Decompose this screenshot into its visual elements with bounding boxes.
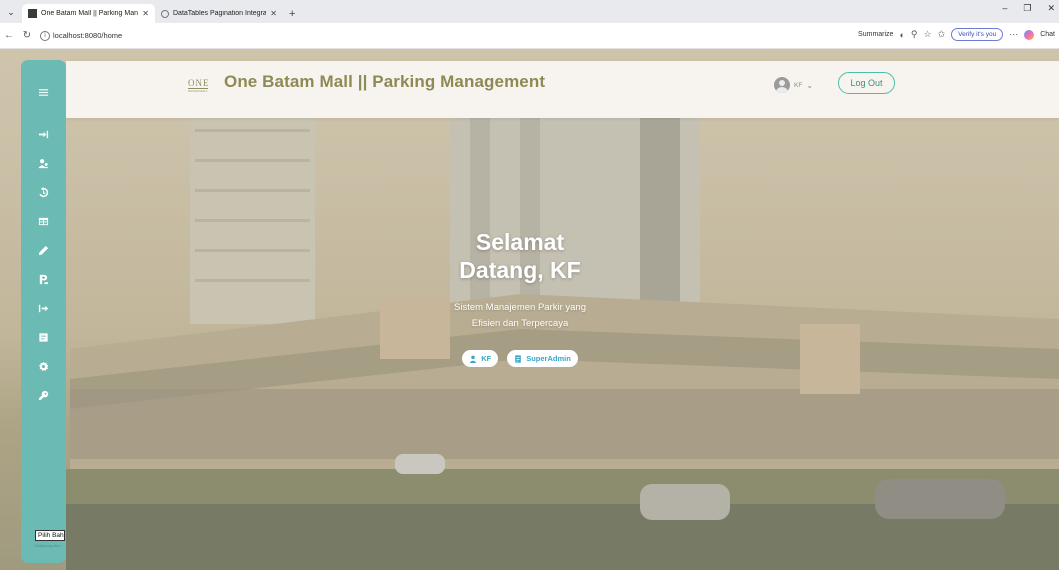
page-viewport: ONE BATAM MALL One Batam Mall || Parking…	[0, 49, 1059, 570]
site-info-icon[interactable]: i	[40, 30, 50, 41]
mall-logo: ONE BATAM MALL	[188, 78, 210, 94]
copilot-icon[interactable]	[1024, 29, 1035, 40]
user-menu[interactable]: KF ⌄	[774, 77, 813, 93]
report-icon[interactable]	[21, 329, 66, 345]
welcome-hero: Selamat Datang, KF Sistem Manajemen Park…	[430, 228, 610, 367]
reload-icon[interactable]: ↻	[18, 30, 36, 41]
hero-title: Selamat Datang, KF	[430, 228, 610, 284]
logo-subtext: BATAM MALL	[188, 89, 208, 93]
sign-in-icon[interactable]	[21, 126, 66, 142]
chevron-down-icon[interactable]: ⌄	[806, 81, 813, 90]
key-icon[interactable]	[21, 387, 66, 403]
user-name[interactable]: KF	[794, 82, 802, 89]
history-icon[interactable]	[21, 184, 66, 200]
hero-subtitle-line2: Efisien dan Terpercaya	[471, 318, 569, 329]
chat-label[interactable]: Chat	[1040, 31, 1055, 38]
id-card-icon	[515, 354, 522, 363]
key-icon[interactable]: ⚲	[911, 29, 918, 40]
logout-button[interactable]: Log Out	[838, 72, 895, 94]
close-window-icon[interactable]: ✕	[1047, 3, 1055, 14]
summarize-button[interactable]: Summarize	[858, 31, 893, 38]
hero-subtitle: Sistem Manajemen Parkir yang Efisien dan…	[430, 300, 610, 332]
avatar[interactable]	[774, 77, 790, 93]
close-tab-icon[interactable]: ✕	[270, 9, 277, 18]
pen-icon[interactable]	[21, 242, 66, 258]
url-text: localhost:8080/home	[53, 31, 123, 40]
close-tab-icon[interactable]: ✕	[142, 9, 149, 18]
sign-out-icon[interactable]	[21, 300, 66, 316]
hero-subtitle-line1: Sistem Manajemen Parkir yang	[454, 302, 586, 313]
language-select[interactable]: Pilih Bahasa	[35, 530, 65, 541]
globe-favicon-icon	[161, 9, 169, 18]
table-icon[interactable]	[21, 213, 66, 229]
toolbar-right: Summarize ◐ ⚲ ☆ ✩ Verify it's you ⋯ Chat	[858, 28, 1055, 41]
role-badge: SuperAdmin	[507, 350, 578, 367]
user-icon	[469, 355, 477, 363]
tab-one-batam-mall[interactable]: One Batam Mall || Parking Manage ✕	[22, 4, 155, 23]
page-title: One Batam Mall || Parking Management	[224, 72, 546, 91]
tab-datatables[interactable]: DataTables Pagination Integration ✕	[155, 4, 283, 23]
top-header: ONE BATAM MALL One Batam Mall || Parking…	[66, 61, 1059, 118]
menu-icon[interactable]	[21, 84, 66, 100]
badge-role-label: SuperAdmin	[526, 354, 571, 363]
language-powered-by: Didukung oleh	[35, 543, 61, 548]
user-badges: KF SuperAdmin	[430, 350, 610, 367]
parking-icon[interactable]	[21, 271, 66, 287]
tab-title: DataTables Pagination Integration	[173, 10, 267, 17]
address-bar: ← ↻ i localhost:8080/home Summarize ◐ ⚲ …	[0, 23, 1059, 49]
user-badge: KF	[462, 350, 499, 367]
hero-title-line1: Selamat	[475, 229, 565, 255]
new-tab-button[interactable]: +	[289, 8, 295, 20]
restore-icon[interactable]: ❐	[1023, 3, 1031, 14]
back-arrow-icon[interactable]: ←	[0, 30, 18, 41]
mall-favicon-icon	[28, 9, 37, 18]
url-field[interactable]: i localhost:8080/home	[40, 30, 123, 41]
sidebar: Pilih Bahasa Didukung oleh	[21, 60, 66, 563]
favorites-icon[interactable]: ✩	[938, 29, 946, 40]
tab-list-chevron-icon[interactable]: ⌄	[0, 3, 22, 21]
summarize-icon: ◐	[899, 29, 905, 40]
hero-title-line2: Datang, KF	[459, 257, 581, 283]
window-controls: – ❐ ✕	[1002, 3, 1059, 14]
logo-text: ONE	[188, 78, 210, 89]
verify-button[interactable]: Verify it's you	[951, 28, 1004, 41]
browser-tab-bar: ⌄ One Batam Mall || Parking Manage ✕ Dat…	[0, 0, 1059, 23]
badge-user-label: KF	[481, 354, 492, 363]
more-icon[interactable]: ⋯	[1009, 29, 1018, 40]
users-icon[interactable]	[21, 155, 66, 171]
favorite-star-icon[interactable]: ☆	[923, 29, 931, 40]
settings-icon[interactable]	[21, 358, 66, 374]
tab-title: One Batam Mall || Parking Manage	[41, 10, 139, 17]
minimize-icon[interactable]: –	[1002, 3, 1007, 14]
